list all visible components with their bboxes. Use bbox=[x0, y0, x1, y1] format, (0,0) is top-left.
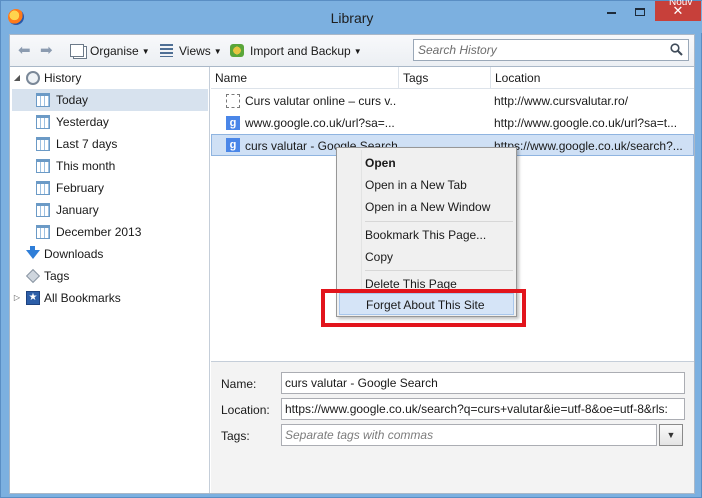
google-favicon-icon: g bbox=[226, 116, 240, 130]
name-label: Name: bbox=[221, 377, 257, 391]
calendar-icon bbox=[36, 225, 50, 239]
calendar-icon bbox=[36, 115, 50, 129]
views-icon bbox=[160, 44, 173, 57]
tags-label: Tags: bbox=[221, 429, 250, 443]
details-pane: Name: Location: Tags: ▼ bbox=[211, 361, 694, 493]
search-input[interactable] bbox=[418, 42, 662, 58]
sidebar-item-this-month[interactable]: This month bbox=[12, 155, 208, 177]
maximize-icon bbox=[635, 7, 645, 16]
column-header-tags[interactable]: Tags bbox=[399, 67, 491, 89]
menu-item-open-new-tab[interactable]: Open in a New Tab bbox=[339, 174, 514, 196]
sidebar-item-label: History bbox=[44, 71, 82, 85]
sidebar-tree: ◢ History Today Yesterday Last 7 days Th… bbox=[10, 67, 210, 493]
menu-separator bbox=[365, 221, 513, 222]
calendar-icon bbox=[36, 203, 50, 217]
tags-field[interactable] bbox=[281, 424, 657, 446]
dropdown-arrow-icon: ▼ bbox=[353, 46, 362, 56]
calendar-icon bbox=[36, 181, 50, 195]
menu-item-bookmark-page[interactable]: Bookmark This Page... bbox=[339, 224, 514, 246]
background-window-text: Nouv bbox=[669, 0, 693, 8]
row-location: http://www.cursvalutar.ro/ bbox=[494, 94, 629, 108]
menu-item-open[interactable]: Open bbox=[339, 152, 514, 174]
name-field[interactable] bbox=[281, 372, 685, 394]
row-location: http://www.google.co.uk/url?sa=t... bbox=[494, 116, 678, 130]
import-backup-button[interactable]: Import and Backup ▼ bbox=[230, 41, 362, 61]
column-header-name[interactable]: Name bbox=[211, 67, 399, 89]
highlight-annotation-box bbox=[321, 289, 526, 327]
sidebar-item-all-bookmarks[interactable]: ▷ ★ All Bookmarks bbox=[10, 287, 208, 309]
table-row[interactable]: Curs valutar online – curs v... http://w… bbox=[211, 90, 694, 112]
sidebar-item-yesterday[interactable]: Yesterday bbox=[12, 111, 208, 133]
row-name: www.google.co.uk/url?sa=... bbox=[245, 116, 395, 130]
views-button[interactable]: Views ▼ bbox=[160, 41, 222, 61]
calendar-icon bbox=[36, 93, 50, 107]
calendar-icon bbox=[36, 159, 50, 173]
row-location: https://www.google.co.uk/search?... bbox=[494, 139, 683, 153]
organise-icon bbox=[70, 44, 84, 57]
history-clock-icon bbox=[26, 71, 40, 85]
tag-icon bbox=[25, 268, 41, 284]
table-row[interactable]: g www.google.co.uk/url?sa=... http://www… bbox=[211, 112, 694, 134]
sidebar-item-label: Last 7 days bbox=[56, 137, 118, 151]
sidebar-item-label: January bbox=[56, 203, 99, 217]
library-window: Library ✕ Nouv ⬅ ➡ Organise ▼ Views ▼ Impo… bbox=[0, 0, 702, 498]
title-bar: Library ✕ bbox=[1, 1, 702, 33]
collapse-arrow-icon[interactable]: ◢ bbox=[12, 67, 22, 89]
menu-separator bbox=[365, 270, 513, 271]
import-backup-label: Import and Backup bbox=[250, 44, 351, 58]
expand-arrow-icon[interactable]: ▷ bbox=[12, 287, 22, 309]
sidebar-item-label: This month bbox=[56, 159, 116, 173]
sidebar-item-history[interactable]: ◢ History bbox=[10, 67, 208, 89]
maximize-button[interactable] bbox=[626, 1, 654, 21]
sidebar-item-january[interactable]: January bbox=[12, 199, 208, 221]
google-favicon-icon: g bbox=[226, 138, 240, 152]
sidebar-item-december-2013[interactable]: December 2013 bbox=[12, 221, 208, 243]
sidebar-item-label: Today bbox=[56, 93, 89, 107]
location-field[interactable] bbox=[281, 398, 685, 420]
sidebar-item-label: All Bookmarks bbox=[44, 291, 121, 305]
forward-arrow-icon: ➡ bbox=[40, 42, 53, 59]
location-label: Location: bbox=[221, 403, 270, 417]
calendar-icon bbox=[36, 137, 50, 151]
back-arrow-icon: ⬅ bbox=[18, 42, 31, 59]
dropdown-arrow-icon: ▼ bbox=[141, 46, 150, 56]
import-backup-icon bbox=[230, 44, 244, 57]
tags-dropdown-button[interactable]: ▼ bbox=[659, 424, 683, 446]
sidebar-item-last-7-days[interactable]: Last 7 days bbox=[12, 133, 208, 155]
sidebar-item-label: Tags bbox=[44, 269, 70, 283]
forward-button[interactable]: ➡ bbox=[40, 41, 58, 61]
blank-page-icon bbox=[226, 94, 240, 108]
sidebar-item-label: December 2013 bbox=[56, 225, 142, 239]
sidebar-item-label: Downloads bbox=[44, 247, 104, 261]
sidebar-item-tags[interactable]: Tags bbox=[10, 265, 208, 287]
dropdown-arrow-icon: ▼ bbox=[213, 46, 222, 56]
sidebar-item-today[interactable]: Today bbox=[12, 89, 208, 111]
minimize-icon bbox=[606, 11, 616, 14]
sidebar-item-label: Yesterday bbox=[56, 115, 109, 129]
download-arrow-icon bbox=[26, 250, 40, 259]
minimize-button[interactable] bbox=[597, 1, 625, 21]
row-name: Curs valutar online – curs v... bbox=[245, 94, 397, 108]
sidebar-item-downloads[interactable]: Downloads bbox=[10, 243, 208, 265]
organise-label: Organise bbox=[90, 44, 139, 58]
toolbar: ⬅ ➡ Organise ▼ Views ▼ Import and Backup ▼ bbox=[9, 34, 695, 66]
chevron-down-icon: ▼ bbox=[666, 430, 676, 440]
bookmarks-star-icon: ★ bbox=[26, 291, 40, 305]
menu-item-open-new-window[interactable]: Open in a New Window bbox=[339, 196, 514, 218]
views-label: Views bbox=[179, 44, 211, 58]
organise-button[interactable]: Organise ▼ bbox=[70, 41, 150, 61]
sidebar-item-february[interactable]: February bbox=[12, 177, 208, 199]
menu-item-copy[interactable]: Copy bbox=[339, 246, 514, 268]
sidebar-item-label: February bbox=[56, 181, 105, 195]
column-header-location[interactable]: Location bbox=[491, 67, 694, 89]
search-icon[interactable] bbox=[670, 43, 683, 56]
search-box bbox=[413, 39, 689, 61]
back-button[interactable]: ⬅ bbox=[18, 41, 36, 61]
